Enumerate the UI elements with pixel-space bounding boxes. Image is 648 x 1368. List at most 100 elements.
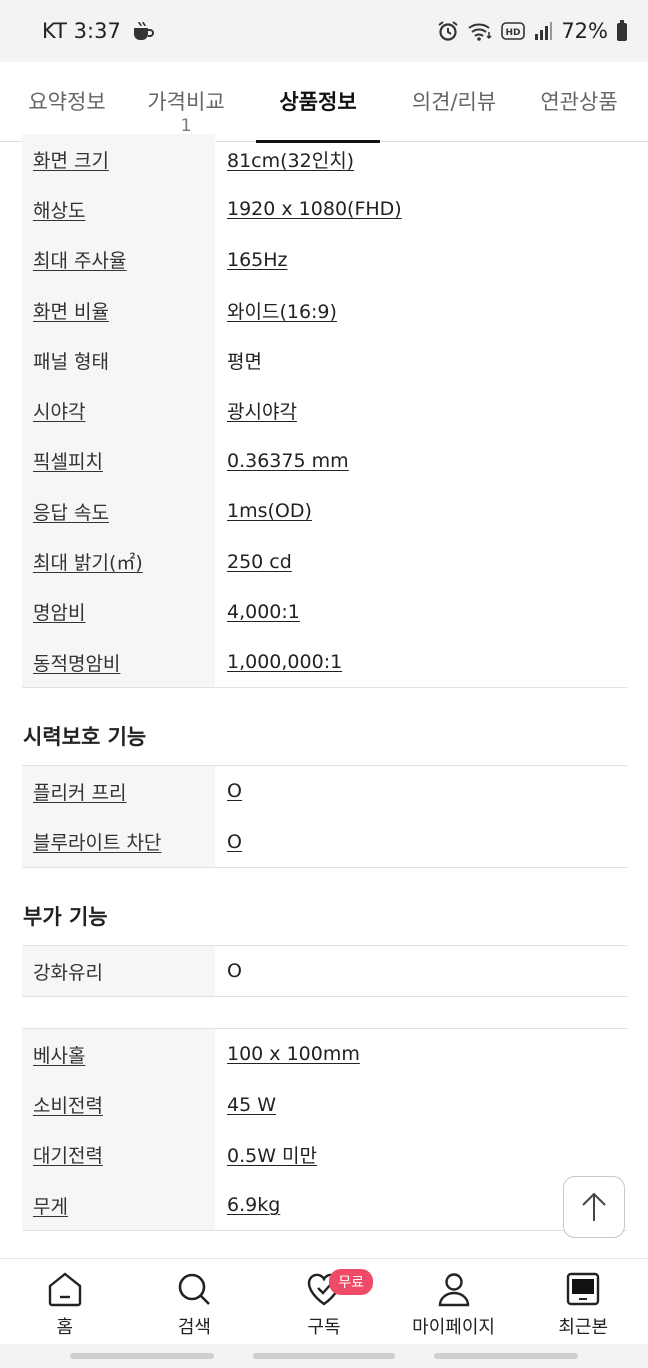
nav-search[interactable]: 검색 xyxy=(130,1259,260,1344)
spec-key[interactable]: 플리커 프리 xyxy=(22,766,215,817)
battery-icon xyxy=(616,20,628,42)
spec-value-link[interactable]: 81cm(32인치) xyxy=(227,146,354,173)
spec-key-link[interactable]: 해상도 xyxy=(33,196,85,223)
spec-key-link[interactable]: 소비전력 xyxy=(33,1091,103,1118)
tab-price-compare[interactable]: 가격비교 1 xyxy=(134,62,238,142)
spec-value[interactable]: 4,000:1 xyxy=(215,587,627,637)
product-tab-bar: 요약정보 가격비교 1 상품정보 의견/리뷰 연관상품 xyxy=(0,62,648,143)
table-row: 최대 밝기(㎡) 250 cd xyxy=(22,536,627,587)
spec-key[interactable]: 픽셀피치 xyxy=(22,435,215,487)
table-row: 소비전력 45 W xyxy=(22,1079,627,1130)
tab-product-info[interactable]: 상품정보 xyxy=(256,62,380,143)
spec-key-link[interactable]: 최대 밝기(㎡) xyxy=(33,548,143,575)
spec-key[interactable]: 화면 크기 xyxy=(22,134,215,185)
recent-apps-handle[interactable] xyxy=(70,1353,214,1359)
spec-value-link[interactable]: 6.9kg xyxy=(227,1194,280,1216)
spec-key-link[interactable]: 대기전력 xyxy=(33,1141,103,1168)
nav-label: 검색 xyxy=(177,1317,211,1338)
spec-key[interactable]: 동적명암비 xyxy=(22,636,215,688)
spec-value[interactable]: 81cm(32인치) xyxy=(215,134,627,184)
spec-key: 패널 형태 xyxy=(22,335,215,386)
alarm-icon xyxy=(437,20,459,42)
spec-key[interactable]: 베사홀 xyxy=(22,1029,215,1080)
spec-value[interactable]: O xyxy=(215,766,627,816)
spec-key-link[interactable]: 픽셀피치 xyxy=(33,447,103,474)
spec-key-link[interactable]: 응답 속도 xyxy=(33,498,109,525)
spec-value[interactable]: 광시야각 xyxy=(215,385,627,435)
spec-key-link[interactable]: 무게 xyxy=(33,1192,68,1219)
spec-key[interactable]: 최대 밝기(㎡) xyxy=(22,536,215,587)
spec-key[interactable]: 시야각 xyxy=(22,385,215,436)
bottom-navigation: 홈 검색 무료 구독 마이페이지 최근본 xyxy=(0,1258,648,1344)
tab-related-products[interactable]: 연관상품 xyxy=(510,62,648,142)
spec-value-link[interactable]: 1ms(OD) xyxy=(227,500,312,522)
tab-label: 요약정보 xyxy=(28,90,106,114)
tab-summary[interactable]: 요약정보 xyxy=(0,62,134,142)
spec-key-link[interactable]: 최대 주사율 xyxy=(33,246,126,273)
spec-key[interactable]: 대기전력 xyxy=(22,1129,215,1181)
table-row: 무게 6.9kg xyxy=(22,1180,627,1231)
spec-value[interactable]: O xyxy=(215,817,627,867)
battery-percent: 72% xyxy=(561,19,608,43)
spec-value-text: O xyxy=(227,960,242,982)
tab-label: 의견/리뷰 xyxy=(411,90,497,114)
spec-value[interactable]: 100 x 100mm xyxy=(215,1029,627,1079)
spec-value-link[interactable]: O xyxy=(227,780,242,802)
spec-value-link[interactable]: 250 cd xyxy=(227,551,292,573)
spec-key[interactable]: 응답 속도 xyxy=(22,486,215,537)
nav-subscribe[interactable]: 무료 구독 xyxy=(259,1259,389,1344)
spec-key-link[interactable]: 화면 크기 xyxy=(33,146,109,173)
back-handle[interactable] xyxy=(434,1353,578,1359)
status-bar: KT 3:37 HD 72% xyxy=(0,0,648,62)
section-title-eye-care: 시력보호 기능 xyxy=(23,725,147,750)
spec-key[interactable]: 무게 xyxy=(22,1180,215,1231)
spec-value-link[interactable]: 45 W xyxy=(227,1094,276,1116)
spec-key[interactable]: 명암비 xyxy=(22,586,215,637)
spec-key-link[interactable]: 플리커 프리 xyxy=(33,778,126,805)
home-icon xyxy=(48,1272,81,1307)
spec-key: 강화유리 xyxy=(22,945,215,997)
spec-value[interactable]: 0.5W 미만 xyxy=(215,1130,627,1180)
table-row: 화면 크기 81cm(32인치) xyxy=(22,134,627,185)
spec-key[interactable]: 블루라이트 차단 xyxy=(22,816,215,867)
spec-value-link[interactable]: O xyxy=(227,831,242,853)
spec-key[interactable]: 최대 주사율 xyxy=(22,234,215,285)
table-row: 픽셀피치 0.36375 mm xyxy=(22,435,627,487)
section-title-extra-features: 부가 기능 xyxy=(23,904,108,929)
spec-key-link[interactable]: 화면 비율 xyxy=(33,297,109,324)
spec-value[interactable]: 0.36375 mm xyxy=(215,436,627,486)
spec-value[interactable]: 1,000,000:1 xyxy=(215,637,627,687)
scroll-to-top-button[interactable] xyxy=(563,1176,625,1238)
spec-value-link[interactable]: 1920 x 1080(FHD) xyxy=(227,198,402,220)
spec-key[interactable]: 해상도 xyxy=(22,184,215,235)
spec-value[interactable]: 250 cd xyxy=(215,536,627,586)
spec-key-link[interactable]: 시야각 xyxy=(33,397,85,424)
spec-value-link[interactable]: 100 x 100mm xyxy=(227,1043,360,1065)
spec-value-link[interactable]: 광시야각 xyxy=(227,397,297,424)
spec-value[interactable]: 1ms(OD) xyxy=(215,486,627,536)
table-row: 동적명암비 1,000,000:1 xyxy=(22,636,627,688)
svg-text:HD: HD xyxy=(506,28,521,38)
nav-mypage[interactable]: 마이페이지 xyxy=(389,1259,519,1344)
spec-value-link[interactable]: 0.5W 미만 xyxy=(227,1141,317,1168)
spec-key-link[interactable]: 블루라이트 차단 xyxy=(33,828,161,855)
spec-value-link[interactable]: 165Hz xyxy=(227,249,288,271)
spec-value[interactable]: 45 W xyxy=(215,1079,627,1129)
spec-key-link[interactable]: 베사홀 xyxy=(33,1041,85,1068)
spec-value[interactable]: 와이드(16:9) xyxy=(215,285,627,335)
spec-value-link[interactable]: 0.36375 mm xyxy=(227,450,349,472)
home-handle[interactable] xyxy=(253,1353,395,1359)
spec-key-link[interactable]: 명암비 xyxy=(33,598,85,625)
misc-spec-table: 베사홀 100 x 100mm 소비전력 45 W 대기전력 0.5W 미만 무… xyxy=(22,1028,627,1232)
nav-recently-viewed[interactable]: 최근본 xyxy=(518,1259,648,1344)
spec-value[interactable]: 165Hz xyxy=(215,235,627,285)
spec-value-link[interactable]: 1,000,000:1 xyxy=(227,651,342,673)
spec-value-link[interactable]: 와이드(16:9) xyxy=(227,297,337,324)
spec-key[interactable]: 소비전력 xyxy=(22,1079,215,1130)
spec-key[interactable]: 화면 비율 xyxy=(22,284,215,336)
spec-value[interactable]: 1920 x 1080(FHD) xyxy=(215,184,627,234)
spec-value-link[interactable]: 4,000:1 xyxy=(227,601,300,623)
nav-home[interactable]: 홈 xyxy=(0,1259,130,1344)
spec-key-link[interactable]: 동적명암비 xyxy=(33,649,120,676)
tab-reviews[interactable]: 의견/리뷰 xyxy=(398,62,510,142)
